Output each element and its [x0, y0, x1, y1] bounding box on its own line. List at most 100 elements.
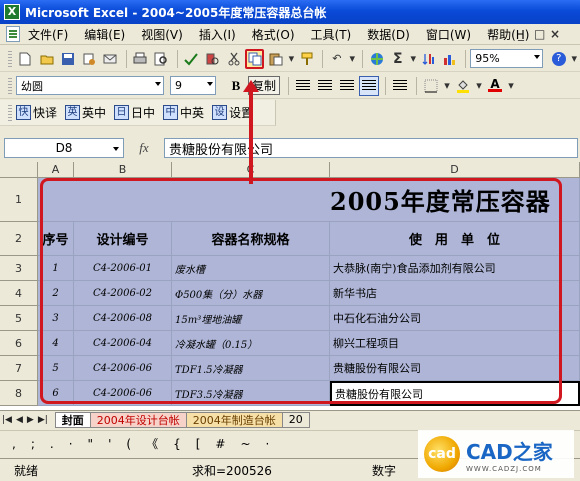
symbol-button[interactable]: · — [69, 437, 73, 451]
permission-icon[interactable] — [79, 49, 98, 69]
font-size-combo[interactable]: 9 — [170, 76, 216, 95]
undo-icon[interactable]: ↶ — [327, 49, 346, 69]
symbol-button[interactable]: # — [215, 437, 225, 451]
open-icon[interactable] — [37, 49, 56, 69]
format-painter-icon[interactable] — [297, 49, 316, 69]
symbol-button[interactable]: · — [266, 437, 270, 451]
formula-input[interactable]: 贵糖股份有限公司 — [164, 138, 578, 158]
menu-insert[interactable]: 插入(I) — [199, 26, 236, 43]
table-cell[interactable]: 冷凝水罐（0.15） — [172, 331, 330, 356]
symbol-button[interactable]: , — [12, 437, 16, 451]
toolbar-grip[interactable] — [8, 77, 12, 94]
header-cell-design-no[interactable]: 设计编号 — [74, 222, 172, 256]
header-cell-user-unit[interactable]: 使 用 单 位 — [330, 222, 580, 256]
table-cell[interactable]: Φ500集（分）水器 — [172, 281, 330, 306]
autosum-dropdown-icon[interactable]: ▾ — [409, 49, 417, 69]
row-header-7[interactable]: 7 — [0, 356, 38, 381]
jp-zh-button[interactable]: 日日中 — [114, 104, 155, 121]
last-sheet-icon[interactable]: ▶| — [38, 415, 48, 425]
tab-2004-design[interactable]: 2004年设计台帐 — [89, 411, 187, 428]
hyperlink-icon[interactable] — [367, 49, 386, 69]
table-cell[interactable]: TDF1.5冷凝器 — [172, 356, 330, 381]
header-cell-index[interactable]: 序号 — [38, 222, 74, 256]
table-cell[interactable]: C4-2006-01 — [74, 256, 172, 281]
menu-window[interactable]: 窗口(W) — [426, 26, 471, 43]
font-color-dropdown-icon[interactable]: ▾ — [507, 76, 515, 96]
column-header-b[interactable]: B — [74, 162, 172, 178]
en-zh-button[interactable]: 英英中 — [65, 104, 106, 121]
tab-2004-manufacture[interactable]: 2004年制造台帐 — [185, 411, 283, 428]
symbol-button[interactable]: 《 — [146, 435, 158, 452]
fill-color-icon[interactable] — [453, 76, 473, 96]
symbol-button[interactable]: . — [50, 437, 54, 451]
toolbar-grip[interactable] — [8, 104, 12, 121]
column-header-d[interactable]: D — [330, 162, 580, 178]
paste-dropdown-icon[interactable]: ▾ — [288, 49, 296, 69]
menu-data[interactable]: 数据(D) — [367, 26, 410, 43]
indent-icon[interactable] — [390, 76, 410, 96]
workbook-icon[interactable] — [6, 26, 20, 42]
table-cell[interactable]: 4 — [38, 331, 74, 356]
row-header-8[interactable]: 8 — [0, 381, 38, 406]
align-right-icon[interactable] — [337, 76, 357, 96]
table-cell[interactable]: 2 — [38, 281, 74, 306]
help-icon[interactable]: ? — [549, 49, 568, 69]
minimize-button[interactable]: _ — [518, 27, 524, 41]
quick-translate-button[interactable]: 快快译 — [16, 104, 57, 121]
menu-view[interactable]: 视图(V) — [141, 26, 183, 43]
table-cell[interactable]: TDF3.5冷凝器 — [172, 381, 330, 406]
table-cell[interactable]: 15m³埋地油罐 — [172, 306, 330, 331]
symbol-button[interactable]: " — [88, 437, 94, 451]
select-all-corner[interactable] — [0, 162, 38, 178]
print-preview-icon[interactable] — [152, 49, 171, 69]
table-cell[interactable]: C4-2006-06 — [74, 381, 172, 406]
toolbar-grip[interactable] — [8, 50, 12, 67]
row-header-1[interactable]: 1 — [0, 178, 38, 222]
header-cell-vessel-name[interactable]: 容器名称规格 — [172, 222, 330, 256]
autosum-icon[interactable]: Σ — [388, 49, 407, 69]
table-cell[interactable]: 中石化石油分公司 — [330, 306, 580, 331]
paste-icon[interactable] — [266, 49, 285, 69]
table-cell[interactable]: 大恭脉(南宁)食品添加剂有限公司 — [330, 256, 580, 281]
name-box[interactable]: D8 — [4, 138, 124, 158]
close-button[interactable]: × — [550, 27, 560, 41]
spelling-icon[interactable] — [182, 49, 201, 69]
table-cell[interactable]: 柳兴工程项目 — [330, 331, 580, 356]
table-cell[interactable]: C4-2006-04 — [74, 331, 172, 356]
sheet-title-cell[interactable]: 2005年度常压容器 — [38, 178, 580, 222]
table-cell[interactable]: 贵糖股份有限公司 — [330, 356, 580, 381]
table-cell[interactable]: 6 — [38, 381, 74, 406]
align-center-icon[interactable] — [315, 76, 335, 96]
row-header-4[interactable]: 4 — [0, 281, 38, 306]
menu-edit[interactable]: 编辑(E) — [84, 26, 125, 43]
save-icon[interactable] — [58, 49, 77, 69]
table-cell[interactable]: 3 — [38, 306, 74, 331]
align-left-icon[interactable] — [293, 76, 313, 96]
menu-format[interactable]: 格式(O) — [252, 26, 295, 43]
table-cell[interactable]: 1 — [38, 256, 74, 281]
prev-sheet-icon[interactable]: ◀ — [16, 415, 23, 425]
font-name-combo[interactable]: 幼圆 — [16, 76, 164, 95]
restore-button[interactable]: □ — [534, 27, 545, 41]
font-color-icon[interactable]: A — [485, 76, 505, 96]
row-header-2[interactable]: 2 — [0, 222, 38, 256]
symbol-button[interactable]: ( — [126, 437, 131, 451]
research-icon[interactable] — [203, 49, 222, 69]
symbol-button[interactable]: [ — [196, 437, 201, 451]
fill-dropdown-icon[interactable]: ▾ — [475, 76, 483, 96]
table-cell[interactable]: 新华书店 — [330, 281, 580, 306]
chart-wizard-icon[interactable] — [440, 49, 459, 69]
active-cell-d8[interactable]: 贵糖股份有限公司 — [330, 381, 580, 406]
undo-dropdown-icon[interactable]: ▾ — [348, 49, 356, 69]
zoom-combo[interactable]: 95% — [470, 49, 544, 68]
symbol-button[interactable]: { — [173, 437, 181, 451]
row-header-5[interactable]: 5 — [0, 306, 38, 331]
table-cell[interactable]: C4-2006-06 — [74, 356, 172, 381]
table-cell[interactable]: 废水槽 — [172, 256, 330, 281]
borders-dropdown-icon[interactable]: ▾ — [443, 76, 451, 96]
column-header-a[interactable]: A — [38, 162, 74, 178]
table-cell[interactable]: C4-2006-02 — [74, 281, 172, 306]
menu-tools[interactable]: 工具(T) — [311, 26, 352, 43]
menu-file[interactable]: 文件(F) — [28, 26, 68, 43]
row-header-6[interactable]: 6 — [0, 331, 38, 356]
